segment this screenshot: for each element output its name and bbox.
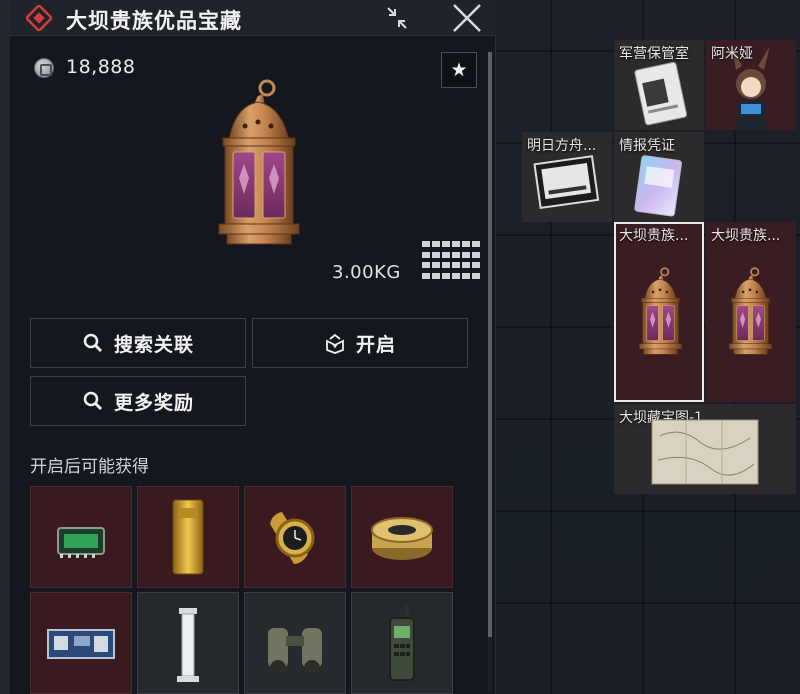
size-grid-square bbox=[442, 262, 450, 268]
search-related-label: 搜索关联 bbox=[113, 333, 194, 356]
size-grid-square bbox=[442, 272, 450, 279]
open-button[interactable]: 开启 bbox=[252, 318, 468, 368]
search-related-button[interactable]: 搜索关联 bbox=[30, 318, 246, 368]
size-grid-square bbox=[422, 241, 430, 247]
scrollbar-thumb[interactable] bbox=[488, 52, 492, 637]
star-icon: ★ bbox=[450, 59, 468, 81]
size-grid-square bbox=[452, 272, 460, 279]
item-detail-panel: 大坝贵族优品宝藏 18,888 ★ 3.00KG 搜索关联 开启 更多奖励 开启… bbox=[10, 0, 496, 694]
size-grid-square bbox=[422, 251, 430, 258]
open-box-icon bbox=[326, 333, 344, 354]
reward-item-radio[interactable] bbox=[351, 592, 453, 694]
size-grid-square bbox=[442, 251, 450, 258]
size-grid-square bbox=[472, 262, 480, 268]
size-grid-square bbox=[432, 241, 440, 247]
size-grid-square bbox=[422, 272, 430, 279]
rarity-diamond-icon bbox=[26, 5, 52, 31]
size-grid-square bbox=[462, 272, 470, 279]
size-grid-square bbox=[452, 262, 460, 268]
cell-label: 明日方舟... bbox=[527, 138, 597, 154]
close-icon[interactable] bbox=[450, 3, 484, 33]
map-icon bbox=[651, 419, 759, 485]
cell-label: 大坝贵族... bbox=[711, 228, 781, 244]
inventory-cell-lantern[interactable]: 大坝贵族... bbox=[706, 222, 796, 402]
reward-item-memory-card[interactable] bbox=[30, 486, 132, 588]
inventory-cell-treasure-map[interactable]: 大坝藏宝图-1 bbox=[614, 404, 796, 494]
search-icon bbox=[83, 333, 103, 353]
gold-watch-icon bbox=[270, 512, 315, 564]
binoculars-icon bbox=[268, 628, 322, 676]
cell-label: 军营保管室 bbox=[619, 46, 689, 62]
size-grid-square bbox=[452, 241, 460, 247]
size-grid-square bbox=[472, 241, 480, 247]
cell-label: 情报凭证 bbox=[619, 138, 675, 154]
inventory-cell-arknights-cd[interactable]: 明日方舟... bbox=[522, 132, 612, 222]
cell-label: 大坝贵族... bbox=[619, 228, 689, 244]
size-grid-square bbox=[462, 251, 470, 258]
caviar-tin-icon bbox=[371, 517, 433, 560]
more-rewards-button[interactable]: 更多奖励 bbox=[30, 376, 246, 426]
possible-rewards-heading: 开启后可能获得 bbox=[30, 457, 149, 477]
radio-icon bbox=[389, 604, 415, 681]
reward-item-caviar-tin[interactable] bbox=[351, 486, 453, 588]
cell-label: 阿米娅 bbox=[711, 46, 753, 62]
currency-coin-icon bbox=[34, 58, 54, 78]
search-icon bbox=[83, 391, 103, 411]
reward-item-circuit-board[interactable] bbox=[30, 592, 132, 694]
marble-pillar-icon bbox=[177, 608, 199, 682]
page-title: 大坝贵族优品宝藏 bbox=[66, 9, 242, 33]
size-grid-square bbox=[452, 251, 460, 258]
reward-item-gold-watch[interactable] bbox=[244, 486, 346, 588]
lantern-item-image bbox=[217, 79, 301, 246]
gold-bar-icon bbox=[172, 499, 204, 575]
size-grid-square bbox=[432, 272, 440, 279]
memory-card-icon bbox=[57, 527, 105, 558]
item-size-grid-icon bbox=[422, 241, 480, 281]
open-label: 开启 bbox=[355, 333, 396, 356]
size-grid-square bbox=[462, 241, 470, 247]
inventory-cell-intel-voucher[interactable]: 情报凭证 bbox=[614, 132, 704, 222]
panel-header: 大坝贵族优品宝藏 bbox=[10, 0, 496, 36]
inventory-cell-lantern-selected[interactable]: 大坝贵族... bbox=[614, 222, 704, 402]
more-rewards-label: 更多奖励 bbox=[113, 391, 194, 414]
reward-item-gold-bar[interactable] bbox=[137, 486, 239, 588]
favorite-button[interactable]: ★ bbox=[441, 52, 477, 88]
inventory-cell-barracks-key[interactable]: 军营保管室 bbox=[614, 40, 704, 130]
size-grid-square bbox=[472, 272, 480, 279]
lantern-icon bbox=[638, 267, 683, 356]
size-grid-square bbox=[442, 241, 450, 247]
lantern-icon bbox=[728, 267, 773, 356]
size-grid-square bbox=[422, 262, 430, 268]
price-value: 18,888 bbox=[66, 56, 136, 78]
size-grid-square bbox=[462, 262, 470, 268]
size-grid-square bbox=[472, 251, 480, 258]
circuit-board-icon bbox=[47, 629, 115, 659]
weight-label: 3.00KG bbox=[332, 262, 401, 283]
reward-item-binoculars[interactable] bbox=[244, 592, 346, 694]
collapse-icon[interactable] bbox=[382, 4, 412, 32]
reward-item-marble-pillar[interactable] bbox=[137, 592, 239, 694]
size-grid-square bbox=[432, 251, 440, 258]
size-grid-square bbox=[432, 262, 440, 268]
inventory-cell-amiya[interactable]: 阿米娅 bbox=[706, 40, 796, 130]
